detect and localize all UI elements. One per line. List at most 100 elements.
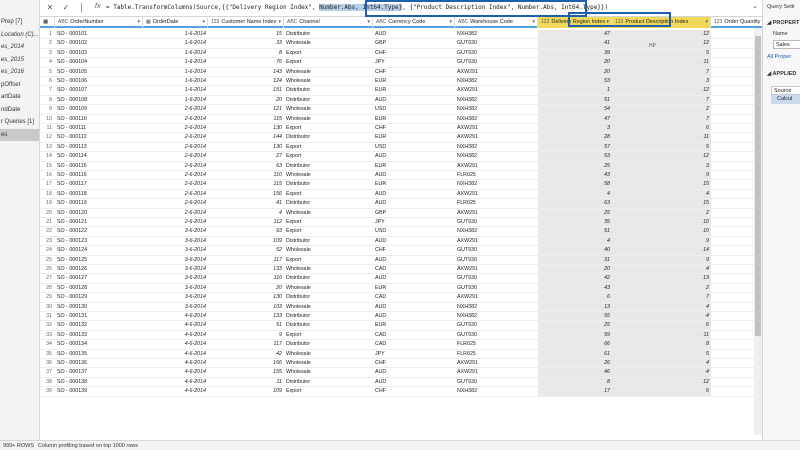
table-cell[interactable]: 52	[208, 246, 284, 256]
table-cell[interactable]: AUD	[373, 303, 455, 312]
table-cell[interactable]: 9	[612, 236, 711, 247]
table-cell[interactable]: 2-6-2014	[143, 105, 208, 115]
table-cell[interactable]: NXH382	[455, 152, 538, 162]
table-cell[interactable]: EUR	[373, 133, 455, 143]
table-cell[interactable]: 41	[538, 39, 612, 49]
table-cell[interactable]: SO - 000109	[55, 105, 143, 115]
table-cell[interactable]: 2-6-2014	[143, 115, 208, 124]
table-cell[interactable]: GUT930	[455, 378, 538, 388]
table-row[interactable]: 23 SO - 000123 3-6-2014 109 Distributor AUD AX…	[40, 236, 762, 247]
table-cell[interactable]: SO - 000133	[55, 331, 143, 341]
table-cell[interactable]: NXH382	[455, 303, 538, 312]
table-row[interactable]: 18 SO - 000118 2-6-2014 156 Export AUD AXW291 4…	[40, 189, 762, 200]
table-cell[interactable]: Wholesale	[284, 209, 373, 218]
table-cell[interactable]: SO - 000114	[55, 152, 143, 162]
table-row[interactable]: 27 SO - 000127 3-6-2014 116 Distributor AUD GU…	[40, 274, 762, 284]
table-row[interactable]: 7 SO - 000107 1-6-2014 151 Distributor EUR AXW…	[40, 86, 762, 96]
table-cell[interactable]: NXH382	[455, 96, 538, 106]
table-cell[interactable]: 2-6-2014	[143, 124, 208, 134]
column-type-icon[interactable]: ABC	[287, 19, 297, 25]
table-cell[interactable]: AXW291	[455, 190, 538, 200]
table-cell[interactable]: 3-6-2014	[143, 237, 208, 247]
table-cell[interactable]: 4	[612, 302, 711, 312]
table-cell[interactable]: USD	[373, 105, 455, 115]
table-cell[interactable]: Wholesale	[284, 39, 373, 49]
table-cell[interactable]: Distributor	[284, 340, 373, 350]
table-cell[interactable]: 109	[208, 237, 284, 247]
table-cell[interactable]: SO - 000105	[55, 68, 143, 77]
table-cell[interactable]: Wholesale	[284, 284, 373, 294]
column-header[interactable]: 123 Delivery Region Index ▾	[538, 17, 612, 28]
table-cell[interactable]: 4-6-2014	[143, 331, 208, 341]
table-cell[interactable]: Distributor	[284, 378, 373, 388]
table-cell[interactable]: 115	[208, 180, 284, 190]
table-cell[interactable]: SO - 000139	[55, 387, 143, 397]
table-cell[interactable]: 110	[208, 171, 284, 181]
table-cell[interactable]: 12	[612, 86, 711, 96]
table-cell[interactable]: GUT930	[455, 256, 538, 265]
table-cell[interactable]: 20	[538, 265, 612, 275]
table-cell[interactable]: CHF	[373, 49, 455, 59]
table-cell[interactable]: 28	[538, 133, 612, 143]
table-cell[interactable]: 42	[208, 350, 284, 359]
table-cell[interactable]: 51	[208, 321, 284, 331]
table-cell[interactable]: 2-6-2014	[143, 162, 208, 171]
table-cell[interactable]: Distributor	[284, 30, 373, 40]
column-type-icon[interactable]: 123	[615, 19, 623, 25]
applied-step-source[interactable]: Source	[771, 86, 800, 95]
table-cell[interactable]: 11	[612, 330, 711, 341]
table-cell[interactable]: 20	[208, 96, 284, 106]
table-cell[interactable]: 3-6-2014	[143, 227, 208, 237]
table-cell[interactable]: Distributor	[284, 162, 373, 171]
table-cell[interactable]: 43	[538, 171, 612, 181]
table-cell[interactable]: 66	[538, 340, 612, 350]
table-cell[interactable]: SO - 000127	[55, 274, 143, 284]
table-cell[interactable]: 33	[208, 39, 284, 49]
table-cell[interactable]: Distributor	[284, 312, 373, 322]
table-cell[interactable]: Export	[284, 331, 373, 341]
column-header[interactable]: ABC OrderNumber ▾	[55, 17, 143, 28]
table-cell[interactable]: 8	[612, 340, 711, 350]
table-cell[interactable]: 46	[538, 368, 612, 378]
table-cell[interactable]: AXW291	[455, 162, 538, 171]
table-row[interactable]: 19 SO - 000119 2-6-2014 41 Distributor AUD FLR…	[40, 199, 762, 209]
table-cell[interactable]: AUD	[373, 199, 455, 209]
column-header[interactable]: ABC Currency Code ▾	[373, 17, 455, 28]
table-cell[interactable]: 3-6-2014	[143, 246, 208, 256]
table-cell[interactable]: 4	[538, 236, 612, 247]
table-cell[interactable]: SO - 000113	[55, 143, 143, 153]
table-cell[interactable]: USD	[373, 143, 455, 153]
table-cell[interactable]: AUD	[373, 274, 455, 284]
column-type-icon[interactable]: ABC	[58, 19, 68, 25]
table-cell[interactable]: 43	[538, 283, 612, 294]
table-cell[interactable]: GBP	[373, 209, 455, 218]
table-cell[interactable]: 3-6-2014	[143, 274, 208, 284]
chevron-down-icon[interactable]: ⌄	[752, 2, 758, 10]
table-cell[interactable]: SO - 000125	[55, 256, 143, 265]
table-cell[interactable]: 133	[208, 312, 284, 322]
table-row[interactable]: 8 SO - 000108 1-6-2014 20 Distributor AUD NXH3…	[40, 95, 762, 106]
query-item[interactable]: es	[0, 128, 39, 141]
table-cell[interactable]: 4	[612, 312, 711, 322]
column-filter-icon[interactable]: ▾	[278, 17, 281, 28]
table-cell[interactable]: 40	[538, 246, 612, 256]
table-row[interactable]: 31 SO - 000131 4-6-2014 133 Distributor AUD NX…	[40, 312, 762, 322]
table-cell[interactable]: 4	[208, 209, 284, 218]
table-cell[interactable]: CHF	[373, 387, 455, 397]
column-type-icon[interactable]: ABC	[376, 19, 386, 25]
table-cell[interactable]: Distributor	[284, 274, 373, 284]
table-row[interactable]: 15 SO - 000115 2-6-2014 63 Distributor EUR AXW…	[40, 161, 762, 171]
table-cell[interactable]: EUR	[373, 162, 455, 171]
table-cell[interactable]: 3	[538, 124, 612, 134]
table-cell[interactable]: SO - 000111	[55, 124, 143, 134]
table-cell[interactable]: 41	[208, 199, 284, 209]
query-item[interactable]: ndDate	[0, 104, 39, 117]
table-row[interactable]: 4 SO - 000104 1-6-2014 76 Export JPY GUT930 20 1…	[40, 58, 762, 68]
scrollbar-thumb[interactable]	[755, 36, 761, 336]
table-cell[interactable]: 8	[208, 49, 284, 59]
table-cell[interactable]: 15	[612, 199, 711, 209]
applied-step-calculated[interactable]: Calcul	[771, 95, 800, 104]
table-cell[interactable]: 5	[612, 48, 711, 59]
table-cell[interactable]: SO - 000138	[55, 378, 143, 388]
table-cell[interactable]: 151	[208, 86, 284, 96]
